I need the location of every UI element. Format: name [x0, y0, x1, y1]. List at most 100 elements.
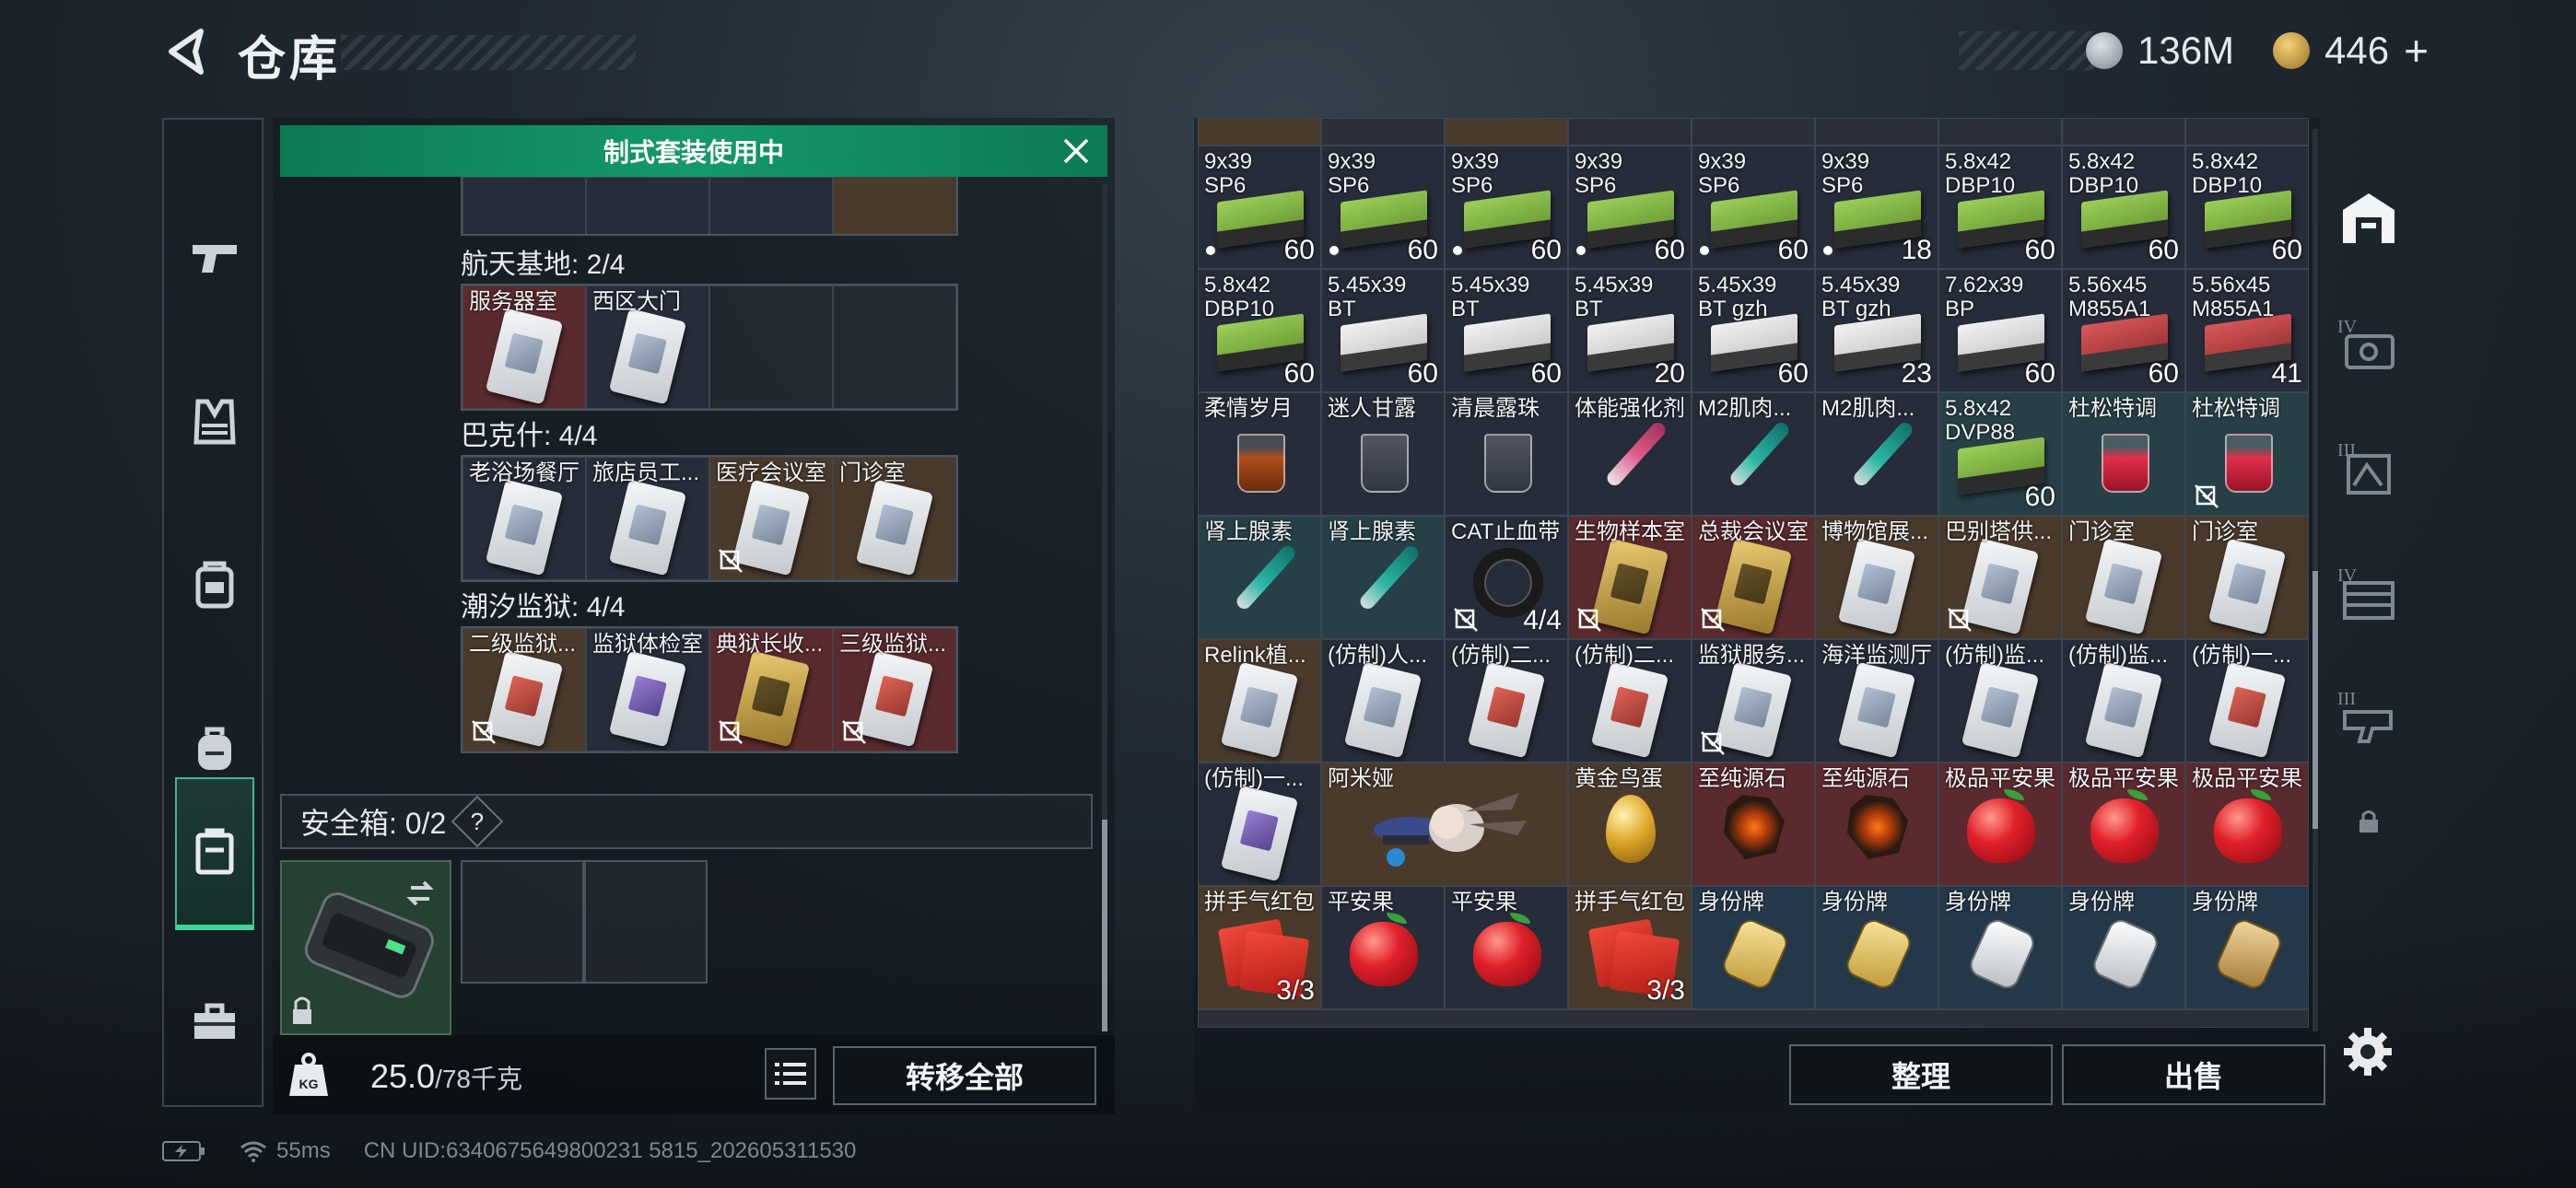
inventory-cell[interactable]: 总裁会议室: [1692, 516, 1815, 639]
inventory-cell[interactable]: 平安果: [1445, 886, 1568, 1009]
tab-warehouse-main[interactable]: [2327, 162, 2410, 273]
tab-warehouse-iv-1[interactable]: IV: [2327, 289, 2410, 400]
inventory-cell[interactable]: 5.8x42 DBP10 60: [1938, 146, 2062, 269]
inventory-cell[interactable]: 极品平安果: [2062, 763, 2185, 886]
inventory-cell[interactable]: 海洋监测厅: [1815, 639, 1938, 763]
inventory-cell[interactable]: 身份牌: [2185, 886, 2309, 1009]
safe-box-item[interactable]: [280, 860, 451, 1035]
inventory-cell[interactable]: 博物馆展...: [1815, 516, 1938, 639]
nav-chest-rig[interactable]: [164, 512, 265, 659]
inventory-cell[interactable]: 肾上腺素: [1321, 516, 1445, 639]
left-scrollbar[interactable]: [1102, 184, 1107, 1031]
inventory-cell[interactable]: 身份牌: [1938, 886, 2062, 1009]
inventory-cell[interactable]: 至纯源石: [1815, 763, 1938, 886]
inventory-cell[interactable]: 柔情岁月: [1198, 392, 1321, 516]
inventory-cell[interactable]: 5.8x42 DBP10 60: [1198, 269, 1321, 392]
transfer-all-button[interactable]: 转移全部: [833, 1046, 1096, 1105]
inventory-cell[interactable]: 身份牌: [1692, 886, 1815, 1009]
add-currency-button[interactable]: +: [2404, 26, 2429, 76]
inventory-cell[interactable]: 9x39 SP6 60: [1568, 146, 1692, 269]
inventory-cell[interactable]: 巴别塔供...: [1938, 516, 2062, 639]
tab-warehouse-iii-1[interactable]: III: [2327, 413, 2410, 523]
inventory-cell[interactable]: 平安果: [1321, 886, 1445, 1009]
inventory-cell[interactable]: (仿制)监...: [1938, 639, 2062, 763]
keycard-slot[interactable]: [833, 177, 956, 234]
warehouse-scrollbar[interactable]: [2313, 129, 2318, 1031]
back-arrow-icon[interactable]: [162, 28, 210, 76]
inventory-cell[interactable]: 身份牌: [1815, 886, 1938, 1009]
nav-weapon[interactable]: [164, 184, 265, 332]
close-icon[interactable]: [1058, 133, 1095, 169]
inventory-cell[interactable]: 5.45x39 BT 60: [1445, 269, 1568, 392]
inventory-cell[interactable]: 5.45x39 BT gzh 60: [1692, 269, 1815, 392]
sell-button[interactable]: 出售: [2062, 1044, 2325, 1105]
inventory-cell[interactable]: 杜松特调: [2062, 392, 2185, 516]
inventory-cell[interactable]: 9x39 SP6 18: [1815, 146, 1938, 269]
tab-warehouse-iv-2[interactable]: IV: [2327, 538, 2410, 648]
inventory-cell[interactable]: 5.8x42 DVP88 60: [1938, 392, 2062, 516]
inventory-cell[interactable]: 5.45x39 BT 20: [1568, 269, 1692, 392]
help-icon[interactable]: ?: [451, 795, 504, 848]
list-view-button[interactable]: [765, 1048, 816, 1100]
inventory-cell[interactable]: 5.8x42 DBP10 60: [2062, 146, 2185, 269]
inventory-cell[interactable]: 9x39 SP6 60: [1198, 146, 1321, 269]
settings-gear-icon[interactable]: [2340, 1024, 2395, 1079]
inventory-cell[interactable]: 黄金鸟蛋: [1568, 763, 1692, 886]
keycard-slot[interactable]: [463, 177, 586, 234]
inventory-cell[interactable]: 7.62x39 BP 60: [1938, 269, 2062, 392]
inventory-cell[interactable]: 清晨露珠: [1445, 392, 1568, 516]
safe-box-slot[interactable]: [584, 860, 708, 984]
inventory-cell[interactable]: 9x39 SP6 60: [1692, 146, 1815, 269]
inventory-cell[interactable]: 监狱服务...: [1692, 639, 1815, 763]
safe-box-slot[interactable]: [461, 860, 584, 984]
inventory-cell[interactable]: 生物样本室: [1568, 516, 1692, 639]
inventory-cell[interactable]: M2肌肉...: [1815, 392, 1938, 516]
empty-slot[interactable]: [833, 285, 956, 409]
inventory-cell[interactable]: 拼手气红包 3/3: [1198, 886, 1321, 1009]
inventory-cell[interactable]: (仿制)二...: [1445, 639, 1568, 763]
inventory-cell[interactable]: 肾上腺素: [1198, 516, 1321, 639]
inventory-cell[interactable]: 门诊室: [2185, 516, 2309, 639]
inventory-cell[interactable]: 服务器室: [463, 285, 586, 409]
inventory-cell[interactable]: 9x39 SP6 60: [1445, 146, 1568, 269]
keycard-slot[interactable]: [709, 177, 833, 234]
nav-armor[interactable]: [164, 348, 265, 495]
inventory-cell[interactable]: 5.56x45 M855A1 41: [2185, 269, 2309, 392]
inventory-cell[interactable]: (仿制)一...: [2185, 639, 2309, 763]
inventory-cell[interactable]: (仿制)监...: [2062, 639, 2185, 763]
inventory-cell[interactable]: 体能强化剂: [1568, 392, 1692, 516]
inventory-cell[interactable]: CAT止血带 4/4: [1445, 516, 1568, 639]
nav-container[interactable]: [175, 777, 254, 930]
keycard-slot[interactable]: [586, 177, 709, 234]
inventory-cell[interactable]: 老浴场餐厅: [463, 457, 586, 580]
inventory-cell[interactable]: 9x39 SP6 60: [1321, 146, 1445, 269]
inventory-cell[interactable]: 拼手气红包 3/3: [1568, 886, 1692, 1009]
empty-slot[interactable]: [709, 285, 833, 409]
inventory-cell[interactable]: 门诊室: [2062, 516, 2185, 639]
inventory-cell[interactable]: 监狱体检室: [586, 628, 709, 751]
inventory-cell[interactable]: 身份牌: [2062, 886, 2185, 1009]
inventory-cell[interactable]: (仿制)人...: [1321, 639, 1445, 763]
inventory-cell[interactable]: 旅店员工...: [586, 457, 709, 580]
inventory-cell[interactable]: 杜松特调: [2185, 392, 2309, 516]
inventory-cell[interactable]: 至纯源石: [1692, 763, 1815, 886]
inventory-cell[interactable]: 三级监狱...: [833, 628, 956, 751]
inventory-cell[interactable]: 阿米娅: [1321, 763, 1568, 886]
inventory-cell[interactable]: 5.45x39 BT gzh 23: [1815, 269, 1938, 392]
sort-button[interactable]: 整理: [1789, 1044, 2053, 1105]
inventory-cell[interactable]: (仿制)一...: [1198, 763, 1321, 886]
inventory-cell[interactable]: M2肌肉...: [1692, 392, 1815, 516]
inventory-cell[interactable]: (仿制)二...: [1568, 639, 1692, 763]
tab-warehouse-iii-2[interactable]: III: [2327, 661, 2410, 772]
nav-toolbox[interactable]: [164, 949, 265, 1096]
inventory-cell[interactable]: 医疗会议室: [709, 457, 833, 580]
inventory-cell[interactable]: 迷人甘露: [1321, 392, 1445, 516]
inventory-cell[interactable]: 5.45x39 BT 60: [1321, 269, 1445, 392]
inventory-cell[interactable]: 极品平安果: [1938, 763, 2062, 886]
inventory-cell[interactable]: 5.8x42 DBP10 60: [2185, 146, 2309, 269]
inventory-cell[interactable]: 5.56x45 M855A1 60: [2062, 269, 2185, 392]
inventory-cell[interactable]: 极品平安果: [2185, 763, 2309, 886]
inventory-cell[interactable]: Relink植...: [1198, 639, 1321, 763]
tab-locked[interactable]: [2327, 794, 2410, 849]
inventory-cell[interactable]: 西区大门: [586, 285, 709, 409]
